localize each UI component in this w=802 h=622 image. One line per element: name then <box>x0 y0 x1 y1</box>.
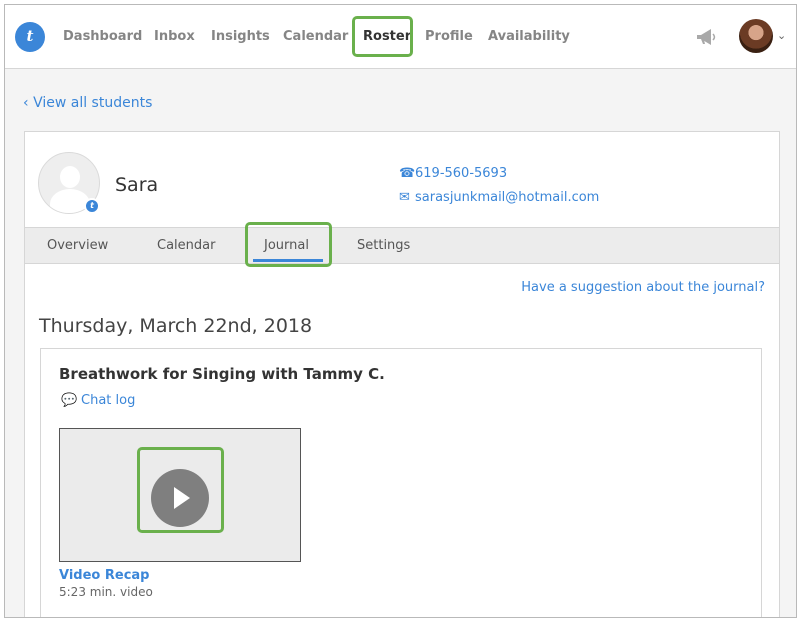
student-profile-header: t Sara ☎619-560-5693 ✉ sarasjunkmail@hotm… <box>25 132 779 228</box>
user-avatar[interactable] <box>739 19 773 53</box>
video-duration: 5:23 min. video <box>59 585 153 599</box>
student-name: Sara <box>115 174 159 196</box>
student-email[interactable]: ✉ sarasjunkmail@hotmail.com <box>399 190 599 205</box>
nav-availability[interactable]: Availability <box>488 29 570 44</box>
journal-suggestion-link[interactable]: Have a suggestion about the journal? <box>521 280 765 295</box>
lesson-title: Breathwork for Singing with Tammy C. <box>59 365 385 383</box>
video-recap-thumbnail[interactable] <box>59 428 301 562</box>
nav-roster[interactable]: Roster <box>363 29 411 44</box>
active-tab-indicator <box>253 259 323 262</box>
app-badge-icon: t <box>84 198 100 214</box>
journal-entry-card: Breathwork for Singing with Tammy C. 💬 Ch… <box>40 348 762 617</box>
student-card: t Sara ☎619-560-5693 ✉ sarasjunkmail@hotm… <box>24 131 780 617</box>
nav-calendar[interactable]: Calendar <box>283 29 348 44</box>
phone-icon: ☎ <box>399 166 416 181</box>
tab-overview[interactable]: Overview <box>47 238 108 253</box>
video-recap-link[interactable]: Video Recap <box>59 568 149 583</box>
nav-inbox[interactable]: Inbox <box>154 29 195 44</box>
chat-bubbles-icon: 💬 <box>61 393 78 408</box>
chat-log-link[interactable]: 💬 Chat log <box>61 393 135 408</box>
student-tabs: Overview Calendar Journal Settings <box>25 228 779 264</box>
email-address: sarasjunkmail@hotmail.com <box>415 190 600 205</box>
play-icon[interactable] <box>151 469 209 527</box>
back-link-label: View all students <box>33 95 153 111</box>
logo-text: t <box>26 27 34 45</box>
chevron-left-icon: ‹ <box>23 95 34 111</box>
chat-log-label: Chat log <box>81 393 136 408</box>
envelope-icon: ✉ <box>399 190 410 205</box>
student-phone[interactable]: ☎619-560-5693 <box>399 166 507 181</box>
phone-number: 619-560-5693 <box>415 166 508 181</box>
app-logo[interactable]: t <box>15 22 45 52</box>
app-window: t Dashboard Inbox Insights Calendar Rost… <box>4 4 797 618</box>
journal-date-heading: Thursday, March 22nd, 2018 <box>39 315 313 337</box>
tab-calendar[interactable]: Calendar <box>157 238 215 253</box>
nav-profile[interactable]: Profile <box>425 29 473 44</box>
tab-journal[interactable]: Journal <box>264 238 309 253</box>
top-navigation: t Dashboard Inbox Insights Calendar Rost… <box>5 5 796 69</box>
megaphone-icon[interactable] <box>695 28 717 46</box>
nav-dashboard[interactable]: Dashboard <box>63 29 142 44</box>
nav-insights[interactable]: Insights <box>211 29 270 44</box>
chevron-down-icon[interactable]: ⌄ <box>777 29 786 42</box>
back-to-students-link[interactable]: ‹ View all students <box>23 95 152 111</box>
tab-settings[interactable]: Settings <box>357 238 410 253</box>
